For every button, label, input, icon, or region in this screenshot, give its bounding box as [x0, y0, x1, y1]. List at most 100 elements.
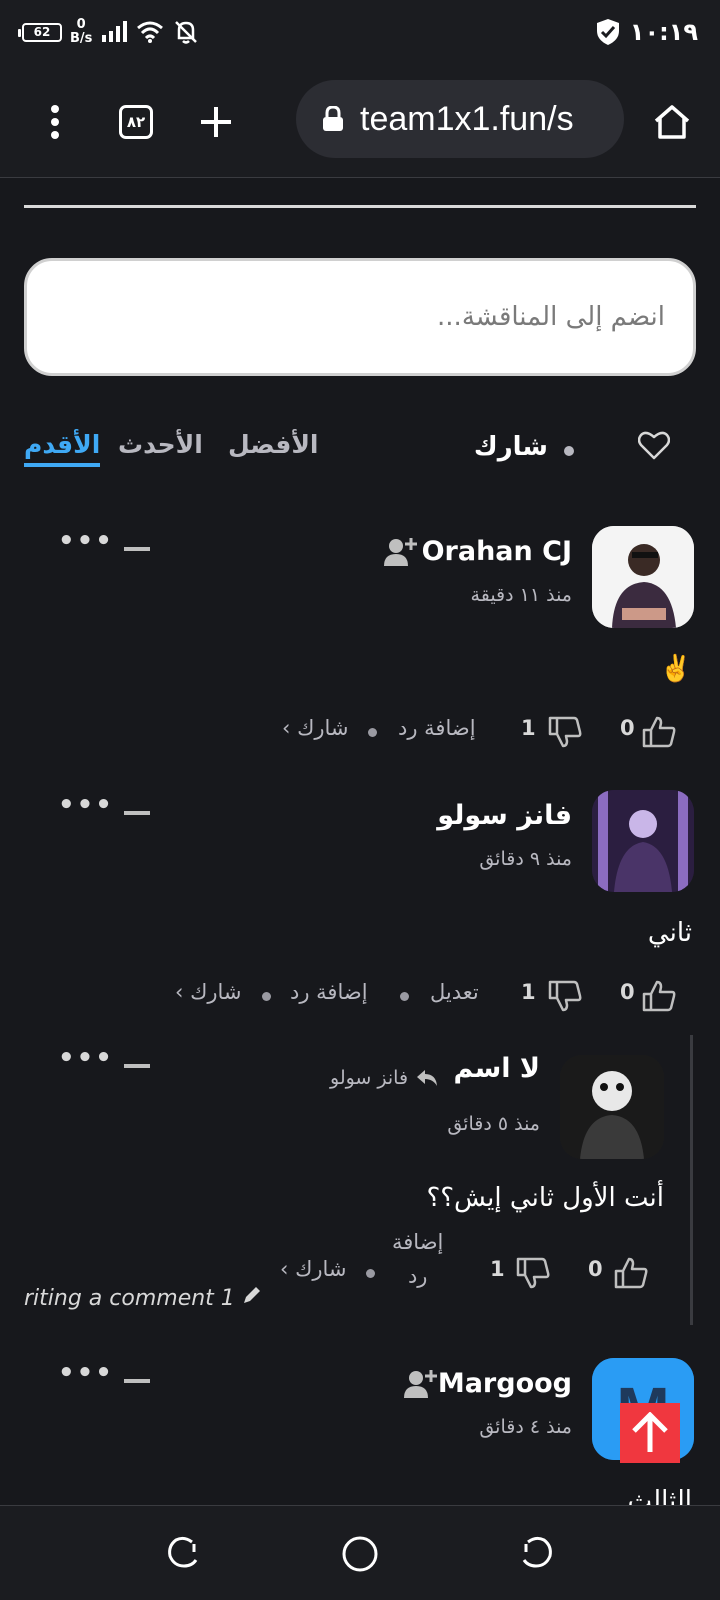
typing-indicator-text: riting a comment 1: [24, 1286, 235, 1311]
section-divider: [24, 205, 696, 208]
separator-dot: [262, 992, 271, 1001]
tab-count: ٨٢: [119, 105, 153, 139]
dislike-button[interactable]: [548, 716, 582, 753]
like-icon: [642, 980, 676, 1012]
like-icon: [642, 716, 676, 748]
comment-author[interactable]: Margoog: [438, 1368, 572, 1399]
edit-button[interactable]: تعديل: [430, 980, 479, 1004]
pencil-icon: [243, 1287, 260, 1303]
dislike-icon: [516, 1257, 550, 1289]
like-button[interactable]: [642, 716, 676, 753]
home-button[interactable]: [642, 92, 702, 152]
avatar[interactable]: [592, 790, 694, 892]
dislike-icon: [548, 716, 582, 748]
dislike-button[interactable]: [548, 980, 582, 1017]
share-button[interactable]: شارك ›: [280, 1257, 347, 1281]
separator-dot: [400, 992, 409, 1001]
avatar[interactable]: [592, 526, 694, 628]
url-text: team1x1.fun/s: [360, 99, 574, 138]
network-speed: 0 B/s: [70, 18, 92, 46]
collapse-button[interactable]: [124, 1064, 150, 1068]
typing-indicator: riting a comment 1: [24, 1285, 262, 1311]
more-options-button[interactable]: •••: [58, 790, 114, 820]
arrow-up-icon: [632, 1412, 668, 1452]
comment-time: منذ ٩ دقائق: [479, 848, 572, 870]
net-speed-unit: B/s: [70, 31, 93, 46]
heart-icon: [637, 431, 671, 460]
collapse-button[interactable]: [124, 1379, 150, 1383]
separator-dot: [366, 1269, 375, 1278]
lock-icon: [323, 106, 343, 131]
share-discussion-button[interactable]: شارك: [474, 432, 548, 462]
menu-icon: [51, 105, 59, 139]
system-navigation-bar: [0, 1505, 720, 1600]
like-count: 0: [620, 980, 635, 1004]
wifi-icon: [137, 21, 164, 43]
comment-time: منذ ٥ دقائق: [447, 1113, 540, 1135]
reply-to-name[interactable]: فانز سولو: [330, 1067, 408, 1089]
reply-label-line2: رد: [407, 1264, 428, 1288]
recent-apps-icon[interactable]: [162, 1532, 206, 1576]
scroll-to-top-button[interactable]: [620, 1403, 680, 1463]
reply-button[interactable]: إضافة رد: [290, 980, 368, 1004]
new-tab-button[interactable]: [186, 92, 246, 152]
more-options-button[interactable]: •••: [58, 526, 114, 556]
tab-oldest[interactable]: الأقدم: [24, 430, 101, 467]
join-discussion-input[interactable]: [55, 302, 665, 332]
like-count: 0: [588, 1257, 603, 1281]
dislike-count: 1: [521, 716, 536, 740]
dislike-count: 1: [521, 980, 536, 1004]
menu-button[interactable]: [25, 92, 85, 152]
follow-icon[interactable]: [384, 536, 418, 572]
reply-to: فانز سولو: [330, 1067, 438, 1089]
battery-level: 62: [33, 24, 51, 39]
tab-best[interactable]: الأفضل: [228, 430, 319, 459]
back-icon[interactable]: [514, 1532, 558, 1576]
mute-icon: [175, 21, 198, 44]
comment-author[interactable]: فانز سولو: [437, 800, 572, 831]
dislike-count: 1: [490, 1257, 505, 1281]
join-discussion-field[interactable]: [24, 258, 696, 376]
tab-newest[interactable]: الأحدث: [118, 430, 203, 459]
heart-button[interactable]: [637, 430, 671, 464]
comment-time: منذ ٤ دقائق: [479, 1416, 572, 1438]
more-options-button[interactable]: •••: [58, 1358, 114, 1388]
comment-author[interactable]: لا اسم: [454, 1053, 540, 1084]
dislike-button[interactable]: [516, 1257, 550, 1294]
follow-icon[interactable]: [404, 1368, 438, 1404]
comment-actions: 0 1 تعديل إضافة رد شارك ›: [0, 980, 720, 1020]
collapse-button[interactable]: [124, 811, 150, 815]
browser-toolbar: ٨٢ team1x1.fun/s: [0, 66, 720, 178]
home-nav-icon[interactable]: [338, 1532, 382, 1576]
sort-bar: الأقدم الأحدث الأفضل شارك: [0, 430, 720, 486]
tabs-button[interactable]: ٨٢: [106, 92, 166, 152]
plus-icon: [201, 107, 231, 137]
address-bar[interactable]: team1x1.fun/s: [296, 80, 624, 158]
signal-icon: [102, 21, 128, 42]
shield-icon: [596, 19, 619, 45]
like-count: 0: [620, 716, 635, 740]
comment-actions: 0 1 إضافة رد شارك ›: [0, 716, 720, 756]
battery-icon: 62: [18, 22, 62, 42]
reply-button[interactable]: إضافة رد: [398, 716, 476, 740]
share-button[interactable]: شارك ›: [175, 980, 242, 1004]
reply-arrow-icon: [417, 1070, 438, 1086]
reply-button[interactable]: إضافة رد: [392, 1225, 443, 1293]
clock: ١٠:١٩: [629, 18, 698, 46]
like-button[interactable]: [642, 980, 676, 1017]
dislike-icon: [548, 980, 582, 1012]
comment-body: ✌️: [659, 654, 692, 684]
share-button[interactable]: شارك ›: [282, 716, 349, 740]
comment-author[interactable]: Orahan CJ: [422, 536, 572, 567]
separator-dot: [368, 728, 377, 737]
reply-label-line1: إضافة: [392, 1230, 444, 1254]
collapse-button[interactable]: [124, 547, 150, 551]
comment-body: ثاني: [647, 918, 692, 948]
status-bar: 62 0 B/s ١٠:١٩: [0, 0, 720, 66]
home-icon: [654, 105, 690, 139]
comment-body: أنت الأول ثاني إيش؟؟: [426, 1183, 664, 1213]
more-options-button[interactable]: •••: [58, 1043, 114, 1073]
like-button[interactable]: [614, 1257, 648, 1294]
net-speed-value: 0: [76, 17, 86, 32]
avatar[interactable]: [560, 1055, 664, 1159]
